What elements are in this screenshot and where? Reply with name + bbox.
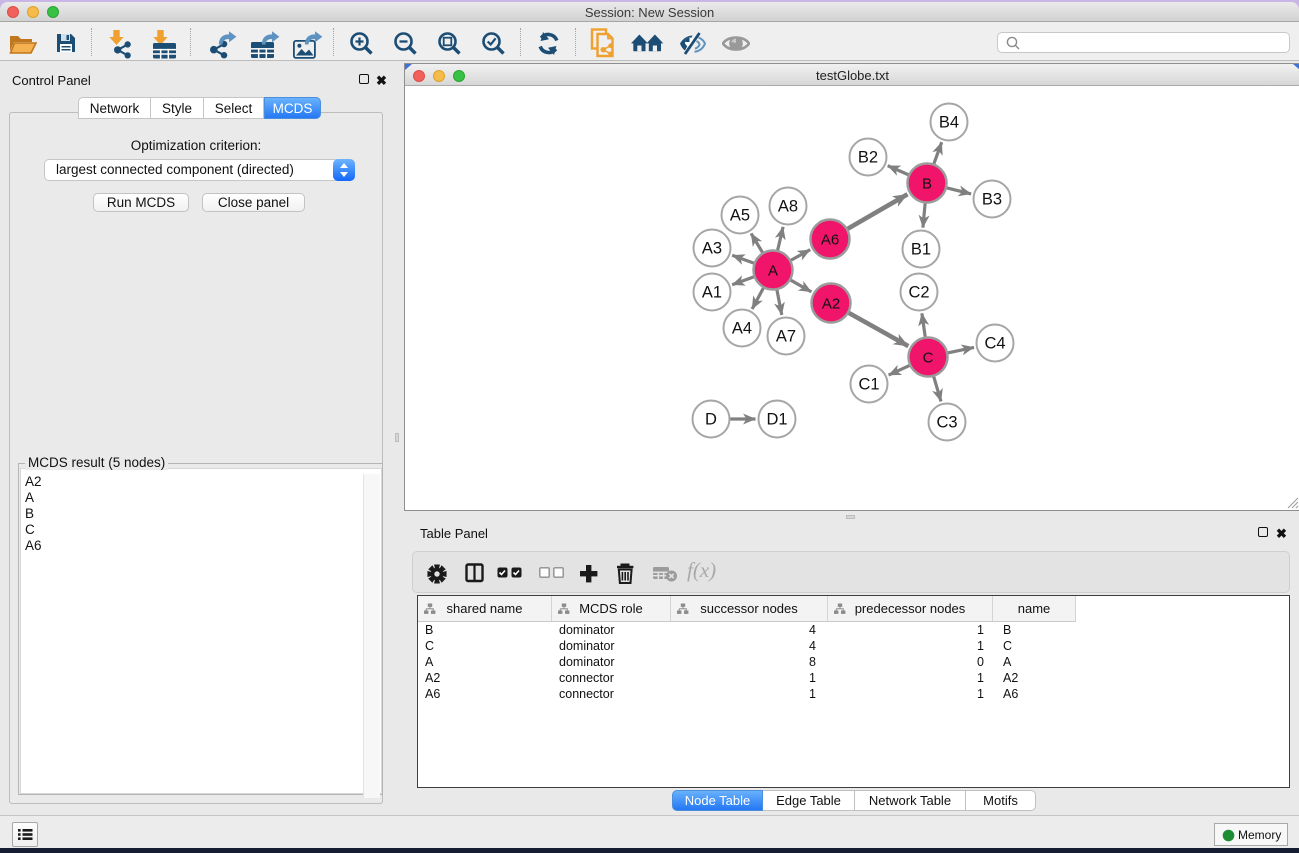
svg-text:D1: D1 <box>766 411 787 429</box>
svg-text:A6: A6 <box>821 232 839 249</box>
svg-text:C: C <box>923 350 934 367</box>
svg-text:C3: C3 <box>936 414 957 432</box>
svg-text:A5: A5 <box>730 207 750 225</box>
svg-text:A3: A3 <box>702 240 722 258</box>
svg-text:A1: A1 <box>702 284 722 302</box>
svg-text:C1: C1 <box>858 376 879 394</box>
svg-text:A4: A4 <box>732 320 752 338</box>
svg-text:B2: B2 <box>858 149 878 167</box>
svg-text:B4: B4 <box>939 114 959 132</box>
svg-text:A7: A7 <box>776 328 796 346</box>
svg-text:B1: B1 <box>911 241 931 259</box>
svg-text:D: D <box>705 411 717 429</box>
svg-text:A: A <box>768 263 778 280</box>
svg-text:C4: C4 <box>984 335 1005 353</box>
svg-text:B: B <box>922 176 932 193</box>
svg-text:A8: A8 <box>778 198 798 216</box>
svg-text:B3: B3 <box>982 191 1002 209</box>
svg-text:C2: C2 <box>908 284 929 302</box>
svg-text:A2: A2 <box>822 296 840 313</box>
